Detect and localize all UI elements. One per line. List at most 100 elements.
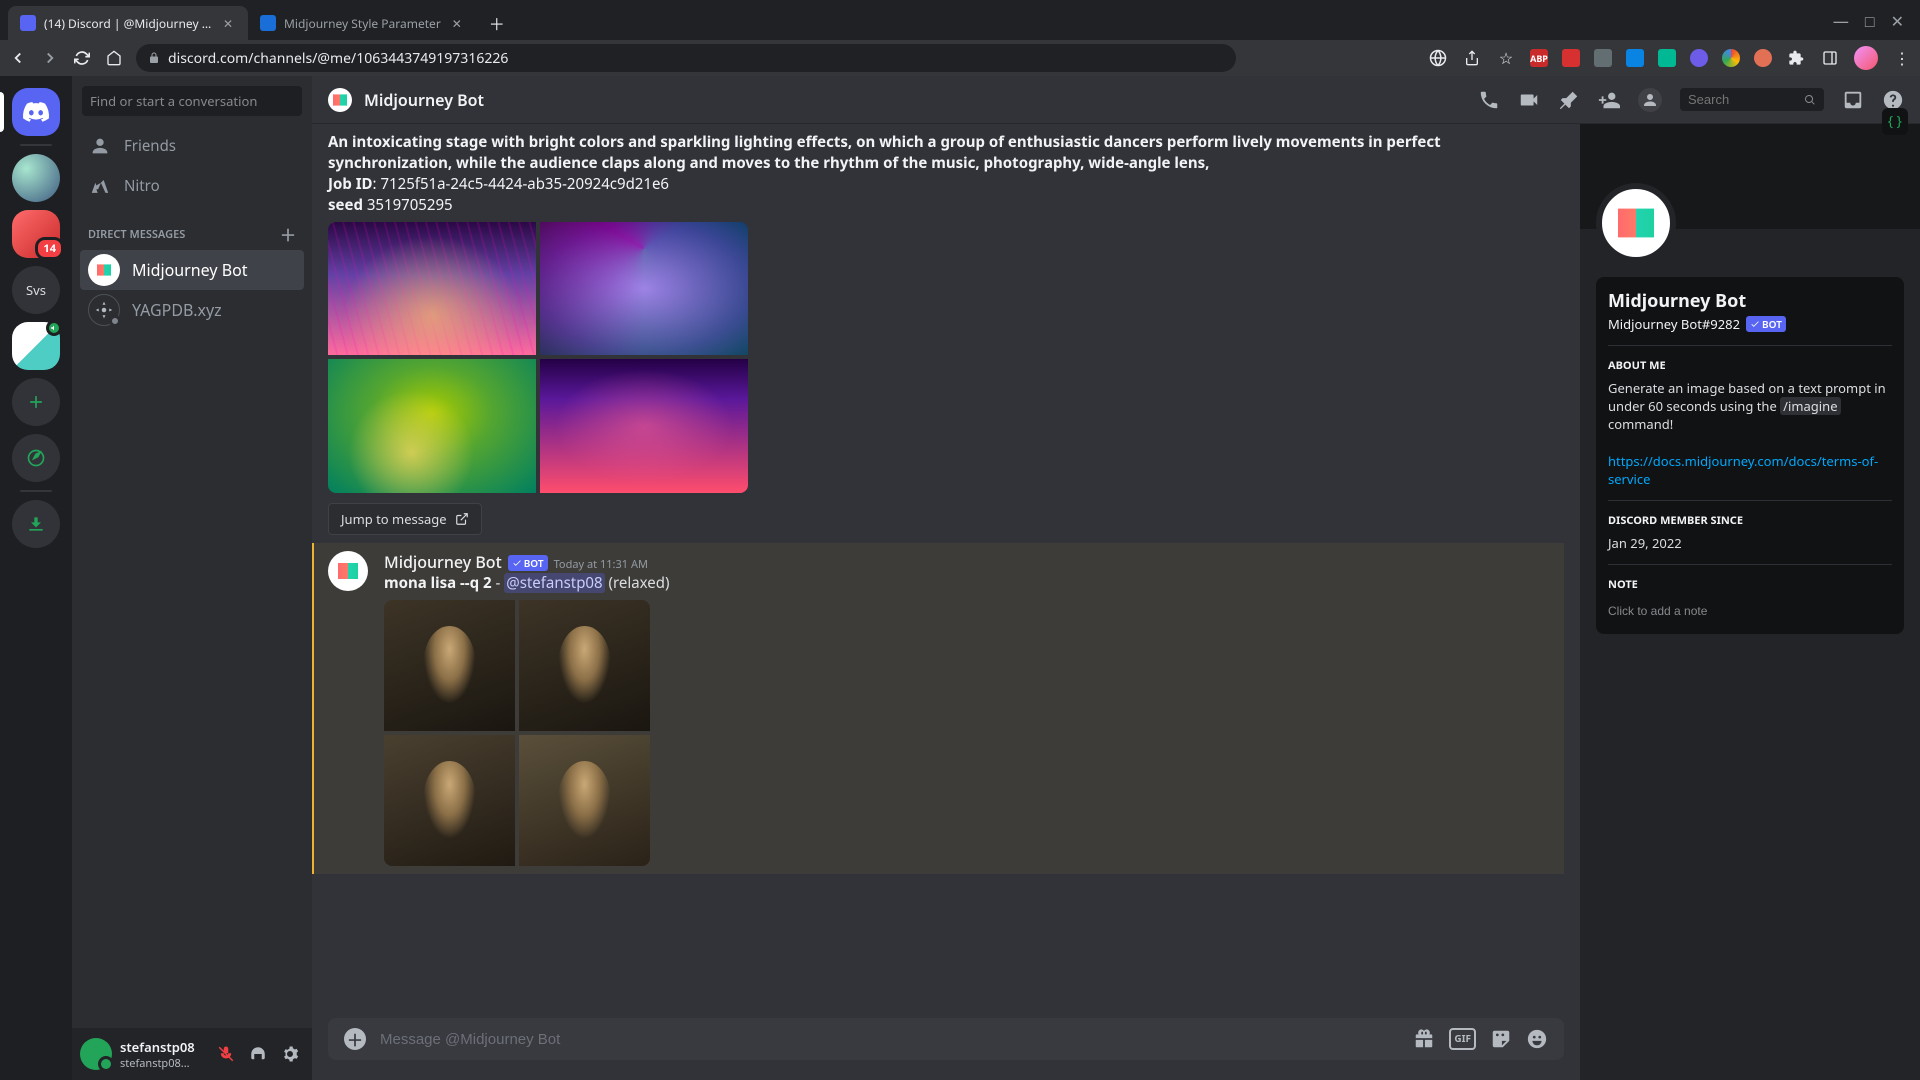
download-apps-button[interactable] — [12, 500, 60, 548]
generated-image[interactable] — [519, 600, 650, 731]
close-icon[interactable]: ✕ — [220, 15, 236, 31]
explore-servers-button[interactable] — [12, 434, 60, 482]
server-icon[interactable]: Svs — [12, 266, 60, 314]
find-conversation-button[interactable]: Find or start a conversation — [82, 86, 302, 116]
message-author[interactable]: Midjourney Bot — [384, 551, 502, 573]
search-input[interactable] — [1688, 92, 1798, 107]
profile-username: Midjourney Bot#9282 — [1608, 315, 1740, 333]
gif-button[interactable]: GIF — [1449, 1028, 1476, 1050]
abp-extension-icon[interactable]: ABP — [1530, 49, 1548, 67]
generated-image[interactable] — [384, 735, 515, 866]
imagine-command: /imagine — [1780, 397, 1840, 415]
extension-icon[interactable] — [1562, 49, 1580, 67]
minimize-icon[interactable]: ― — [1833, 10, 1849, 32]
browser-tab-active[interactable]: (14) Discord | @Midjourney Bot ✕ — [8, 6, 248, 40]
close-icon[interactable]: ✕ — [449, 15, 465, 31]
rail-separator — [20, 144, 52, 146]
yagpdb-avatar — [88, 294, 120, 326]
dm-item-midjourney[interactable]: Midjourney Bot — [80, 250, 304, 290]
tos-link[interactable]: https://docs.midjourney.com/docs/terms-o… — [1608, 452, 1878, 488]
back-button[interactable] — [8, 48, 28, 68]
user-avatar[interactable] — [80, 1038, 112, 1070]
add-friends-button[interactable] — [1598, 89, 1620, 111]
generated-image[interactable] — [540, 359, 748, 492]
note-input[interactable] — [1608, 600, 1892, 622]
message-input[interactable] — [380, 1031, 1399, 1048]
browser-tab-inactive[interactable]: Midjourney Style Parameter ✕ — [248, 6, 477, 40]
profile-badges[interactable]: { } — [1882, 124, 1908, 135]
translate-icon[interactable] — [1428, 48, 1448, 68]
voice-indicator-icon — [46, 320, 62, 336]
dm-home-button[interactable] — [12, 88, 60, 136]
generated-image[interactable] — [384, 600, 515, 731]
attach-button[interactable]: ＋ — [344, 1028, 366, 1050]
close-window-icon[interactable]: ✕ — [1891, 10, 1904, 32]
bookmark-icon[interactable]: ☆ — [1496, 48, 1516, 68]
create-dm-button[interactable]: ＋ — [280, 222, 296, 246]
note-title: Note — [1608, 577, 1892, 592]
new-tab-button[interactable]: ＋ — [483, 9, 511, 37]
forward-button[interactable] — [40, 48, 60, 68]
deafen-button[interactable] — [244, 1040, 272, 1068]
mute-mic-button[interactable] — [212, 1040, 240, 1068]
about-me-title: About Me — [1608, 358, 1892, 373]
voice-call-button[interactable] — [1478, 89, 1500, 111]
nitro-icon — [88, 174, 112, 198]
inbox-button[interactable] — [1842, 89, 1864, 111]
chat-main: Midjourney Bot — [312, 76, 1920, 1080]
pinned-messages-button[interactable] — [1558, 89, 1580, 111]
member-since-date: Jan 29, 2022 — [1608, 534, 1892, 552]
sidepanel-icon[interactable] — [1820, 48, 1840, 68]
settings-button[interactable] — [276, 1040, 304, 1068]
bot-tag: BOT — [1746, 316, 1786, 332]
extension-icon[interactable] — [1754, 49, 1772, 67]
friends-icon — [88, 134, 112, 158]
gift-button[interactable] — [1413, 1028, 1435, 1050]
generated-image[interactable] — [519, 735, 650, 866]
video-call-button[interactable] — [1518, 89, 1540, 111]
extension-icon[interactable] — [1722, 49, 1740, 67]
maximize-icon[interactable]: □ — [1865, 10, 1875, 32]
home-button[interactable] — [104, 48, 124, 68]
extensions-menu-icon[interactable] — [1786, 48, 1806, 68]
message-list[interactable]: An intoxicating stage with bright colors… — [312, 124, 1580, 1018]
extension-icon[interactable] — [1626, 49, 1644, 67]
add-server-button[interactable] — [12, 378, 60, 426]
image-grid — [328, 222, 748, 493]
server-rail: 14 Svs — [0, 76, 72, 1080]
server-icon[interactable] — [12, 322, 60, 370]
toolbar-extensions: ☆ ABP ⋮ — [1428, 46, 1912, 70]
generated-image[interactable] — [328, 359, 536, 492]
extension-icon[interactable] — [1690, 49, 1708, 67]
nitro-nav[interactable]: Nitro — [80, 166, 304, 206]
lock-icon — [148, 47, 160, 69]
kebab-menu-icon[interactable]: ⋮ — [1892, 48, 1912, 68]
generated-image[interactable] — [328, 222, 536, 355]
server-icon[interactable]: 14 — [12, 210, 60, 258]
message-midjourney: Midjourney Bot BOT Today at 11:31 AM mon… — [312, 543, 1564, 874]
emoji-button[interactable] — [1526, 1028, 1548, 1050]
about-me-body: Generate an image based on a text prompt… — [1608, 379, 1892, 488]
user-info[interactable]: stefanstp08 stefanstp08... — [120, 1038, 204, 1071]
chat-header: Midjourney Bot — [312, 76, 1920, 124]
address-bar[interactable]: discord.com/channels/@me/106344374919731… — [136, 44, 1236, 72]
extension-icon[interactable] — [1594, 49, 1612, 67]
user-profile-button[interactable] — [1638, 88, 1662, 112]
jump-to-message-button[interactable]: Jump to message — [328, 503, 482, 535]
dm-item-yagpdb[interactable]: YAGPDB.xyz — [80, 290, 304, 330]
url-text: discord.com/channels/@me/106344374919731… — [168, 49, 508, 68]
generated-image[interactable] — [540, 222, 748, 355]
share-icon[interactable] — [1462, 48, 1482, 68]
server-icon[interactable] — [12, 154, 60, 202]
reload-button[interactable] — [72, 48, 92, 68]
extension-icon[interactable] — [1658, 49, 1676, 67]
sticker-button[interactable] — [1490, 1028, 1512, 1050]
profile-avatar[interactable] — [1596, 183, 1676, 263]
browser-profile-avatar[interactable] — [1854, 46, 1878, 70]
header-avatar — [328, 88, 352, 112]
search-box[interactable] — [1680, 88, 1824, 111]
message-avatar[interactable] — [328, 551, 368, 591]
friends-nav[interactable]: Friends — [80, 126, 304, 166]
user-mention[interactable]: @stefanstp08 — [504, 573, 604, 593]
browser-tab-strip: (14) Discord | @Midjourney Bot ✕ Midjour… — [0, 0, 1920, 40]
